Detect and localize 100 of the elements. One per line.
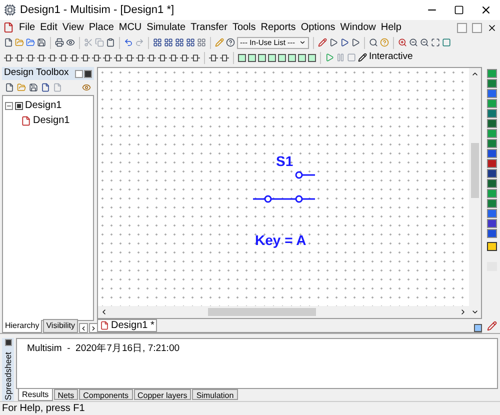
spreadsheet-title: Spreadsheet — [2, 352, 14, 400]
component-symbol-icon[interactable] — [92, 54, 101, 62]
menu-item[interactable]: Transfer — [190, 20, 228, 35]
scroll-left-button[interactable] — [78, 323, 88, 333]
log-message: Multisim - 2020年7月16日, 7:21:00 — [27, 342, 181, 356]
menu-item[interactable]: Edit — [40, 20, 58, 35]
run-icon[interactable] — [325, 53, 334, 62]
close-button[interactable] — [4, 339, 12, 346]
menu-item[interactable]: Simulate — [146, 20, 186, 35]
schematic-tab[interactable]: Design1 * — [97, 319, 158, 332]
zoom-out-icon[interactable] — [420, 38, 429, 47]
full-screen-icon[interactable] — [442, 38, 451, 47]
component-symbol-icon[interactable] — [81, 54, 90, 62]
component-symbol-icon[interactable] — [158, 54, 167, 62]
scroll-down-icon[interactable] — [471, 308, 479, 316]
scroll-up-icon[interactable] — [471, 70, 479, 78]
component-symbol-icon[interactable] — [48, 54, 57, 62]
panel-tab[interactable]: Hierarchy — [2, 320, 42, 333]
component-symbol-icon[interactable] — [70, 54, 79, 62]
component-symbol-icon[interactable] — [169, 54, 178, 62]
expander-icon[interactable] — [5, 102, 13, 110]
paste-icon[interactable] — [106, 38, 115, 47]
status-text: For Help, press F1 — [2, 402, 85, 415]
document-icon[interactable] — [3, 22, 14, 33]
component-symbol-icon[interactable] — [59, 54, 68, 62]
eye-icon[interactable] — [82, 83, 91, 92]
print-icon[interactable] — [55, 38, 64, 47]
window-title: Design1 - Multisim - [Design1 *] — [20, 2, 174, 18]
menu-item[interactable]: Reports — [260, 20, 296, 35]
mdi-close-icon[interactable] — [487, 22, 497, 32]
panel-tab[interactable]: Visibility — [43, 319, 78, 333]
component-symbol-icon[interactable] — [220, 54, 229, 62]
menu-item[interactable]: File — [19, 20, 36, 35]
switch-symbol[interactable] — [251, 171, 317, 203]
spreadsheet-tab[interactable]: Simulation — [192, 389, 238, 400]
component-symbol-icon[interactable] — [15, 54, 24, 62]
spreadsheet-tab[interactable]: Results — [18, 389, 53, 401]
print-preview-icon[interactable] — [66, 38, 75, 47]
menu-item[interactable]: View — [62, 20, 84, 35]
scroll-right-icon — [90, 324, 97, 332]
pencil-icon — [358, 53, 367, 62]
zoom-out-icon[interactable] — [409, 38, 418, 47]
maximize-icon[interactable] — [454, 5, 464, 15]
menu-item[interactable]: MCU — [118, 20, 142, 35]
schematic-icon — [21, 116, 31, 126]
component-symbol-icon[interactable] — [103, 54, 112, 62]
scroll-left-icon[interactable] — [100, 308, 108, 316]
grid-icon[interactable] — [175, 38, 184, 47]
component-symbol-icon[interactable] — [191, 54, 200, 62]
schematic-canvas[interactable]: S1 Key = A — [98, 68, 469, 306]
component-symbol-icon[interactable] — [4, 54, 13, 62]
component-symbol-icon[interactable] — [209, 54, 218, 62]
scrollbar-thumb[interactable] — [471, 143, 479, 198]
zoom-fit-icon[interactable] — [431, 38, 440, 47]
pencil-icon[interactable] — [318, 38, 327, 47]
grid-icon[interactable] — [186, 38, 195, 47]
mdi-minimize-button[interactable] — [457, 22, 467, 32]
new-file-icon[interactable] — [4, 38, 13, 47]
spreadsheet-tab[interactable]: Copper layers — [134, 389, 192, 400]
component-symbol-icon[interactable] — [114, 54, 123, 62]
component-reference: S1 — [276, 152, 294, 171]
menu-item[interactable]: Options — [300, 20, 336, 35]
help-icon[interactable] — [226, 38, 235, 47]
scrollbar-thumb[interactable] — [208, 308, 316, 316]
grid-icon[interactable] — [197, 38, 206, 47]
search-icon[interactable] — [369, 38, 378, 47]
undo-icon[interactable] — [124, 38, 133, 47]
simulation-mode-label: Interactive — [369, 50, 413, 64]
grid-icon[interactable] — [153, 38, 162, 47]
mdi-restore-button[interactable] — [472, 22, 482, 32]
save-icon[interactable] — [29, 83, 38, 92]
grid-icon[interactable] — [164, 38, 173, 47]
zoom-in-icon[interactable] — [398, 38, 407, 47]
new-file-icon[interactable] — [5, 83, 14, 92]
scroll-left-icon — [80, 324, 87, 332]
scroll-right-button[interactable] — [88, 323, 98, 333]
tree-item[interactable]: Design1 — [25, 98, 62, 113]
component-symbol-icon[interactable] — [125, 54, 134, 62]
component-symbol-icon[interactable] — [147, 54, 156, 62]
close-icon[interactable] — [480, 4, 492, 16]
component-symbol-icon[interactable] — [37, 54, 46, 62]
component-symbol-icon[interactable] — [180, 54, 189, 62]
component-symbol-icon[interactable] — [26, 54, 35, 62]
save-icon[interactable] — [37, 38, 46, 47]
component-value: Key = A — [255, 231, 306, 250]
menu-item[interactable]: Window — [340, 20, 376, 35]
new-file-icon[interactable] — [41, 83, 50, 92]
menu-item[interactable]: Tools — [232, 20, 256, 35]
menu-item[interactable]: Place — [88, 20, 114, 35]
spreadsheet-tab[interactable]: Nets — [54, 389, 78, 400]
menu-item[interactable]: Help — [380, 20, 402, 35]
toolbox-title: Design Toolbox — [4, 66, 69, 80]
component-symbol-icon[interactable] — [136, 54, 145, 62]
tree-item[interactable]: Design1 — [33, 113, 70, 128]
caret-icon — [299, 39, 306, 46]
scroll-right-icon[interactable] — [459, 308, 467, 316]
spreadsheet-tab[interactable]: Components — [79, 389, 132, 400]
close-button[interactable] — [84, 70, 92, 78]
tree-checkbox[interactable] — [15, 102, 23, 110]
open-folder-icon[interactable] — [17, 83, 26, 92]
